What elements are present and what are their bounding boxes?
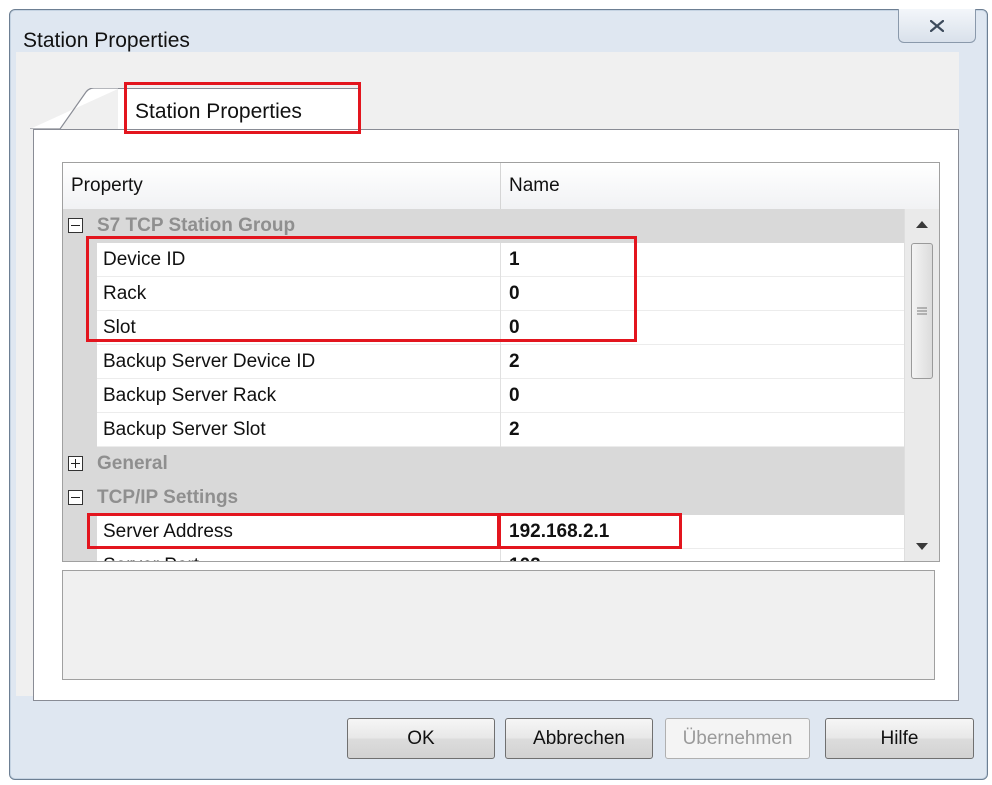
group-row-general[interactable]: General [63, 447, 905, 481]
description-panel [62, 570, 935, 680]
tab-edge [30, 88, 120, 129]
close-x-icon [930, 19, 944, 32]
property-label: Backup Server Slot [103, 413, 501, 447]
arrow-down-icon [916, 542, 928, 550]
ok-button[interactable]: OK [347, 718, 495, 759]
property-label: Backup Server Device ID [103, 345, 501, 379]
property-value[interactable]: 1 [509, 243, 520, 277]
help-button[interactable]: Hilfe [825, 718, 974, 759]
window-title: Station Properties [23, 29, 190, 52]
group-row-tcpip-settings[interactable]: TCP/IP Settings [63, 481, 905, 515]
property-row-backup-server-slot[interactable]: Backup Server Slot 2 [63, 413, 905, 447]
property-value[interactable]: 0 [509, 311, 520, 345]
property-value[interactable]: 0 [509, 379, 520, 413]
property-row-slot[interactable]: Slot 0 [63, 311, 905, 345]
arrow-up-icon [916, 220, 928, 228]
vertical-scrollbar[interactable] [904, 209, 939, 561]
property-label: Rack [103, 277, 501, 311]
property-label: Backup Server Rack [103, 379, 501, 413]
property-row-backup-server-device-id[interactable]: Backup Server Device ID 2 [63, 345, 905, 379]
property-row-server-address[interactable]: Server Address 192.168.2.1 [63, 515, 905, 549]
property-label: Slot [103, 311, 501, 345]
row-gutter [63, 549, 97, 561]
property-value[interactable]: 2 [509, 345, 520, 379]
grip-icon [917, 307, 927, 315]
group-label: S7 TCP Station Group [97, 215, 296, 236]
row-gutter [63, 413, 97, 447]
grid-header: Property Name [63, 163, 939, 210]
scroll-up-button[interactable] [905, 209, 939, 239]
property-label: Server Address [103, 515, 501, 549]
row-gutter [63, 243, 97, 277]
collapse-icon[interactable] [68, 490, 83, 505]
grid-rows: S7 TCP Station Group Device ID 1 Rack 0 … [63, 209, 905, 561]
property-value[interactable]: 2 [509, 413, 520, 447]
cancel-button[interactable]: Abbrechen [505, 718, 653, 759]
property-label: Device ID [103, 243, 501, 277]
tab-highlight-box [124, 82, 361, 134]
property-value[interactable]: 192.168.2.1 [509, 515, 609, 549]
property-value[interactable]: 102 [509, 549, 541, 561]
collapse-icon[interactable] [68, 218, 83, 233]
property-value[interactable]: 0 [509, 277, 520, 311]
column-header-property[interactable]: Property [63, 163, 501, 209]
row-gutter [63, 277, 97, 311]
property-grid[interactable]: Property Name S7 TCP Station Group Devic… [62, 162, 940, 562]
scroll-down-button[interactable] [905, 531, 939, 561]
row-gutter [63, 345, 97, 379]
property-row-server-port[interactable]: Server Port 102 [63, 549, 905, 561]
property-row-rack[interactable]: Rack 0 [63, 277, 905, 311]
property-label: Server Port [103, 549, 501, 561]
scroll-thumb[interactable] [911, 243, 933, 379]
group-row-s7-tcp-station[interactable]: S7 TCP Station Group [63, 209, 905, 243]
row-gutter [63, 515, 97, 549]
column-header-name[interactable]: Name [501, 163, 939, 209]
property-row-backup-server-rack[interactable]: Backup Server Rack 0 [63, 379, 905, 413]
group-label: General [97, 453, 168, 474]
group-label: TCP/IP Settings [97, 487, 239, 508]
close-button[interactable] [898, 9, 976, 43]
row-gutter [63, 311, 97, 345]
property-row-device-id[interactable]: Device ID 1 [63, 243, 905, 277]
row-gutter [63, 379, 97, 413]
apply-button: Übernehmen [665, 718, 810, 759]
expand-icon[interactable] [68, 456, 83, 471]
